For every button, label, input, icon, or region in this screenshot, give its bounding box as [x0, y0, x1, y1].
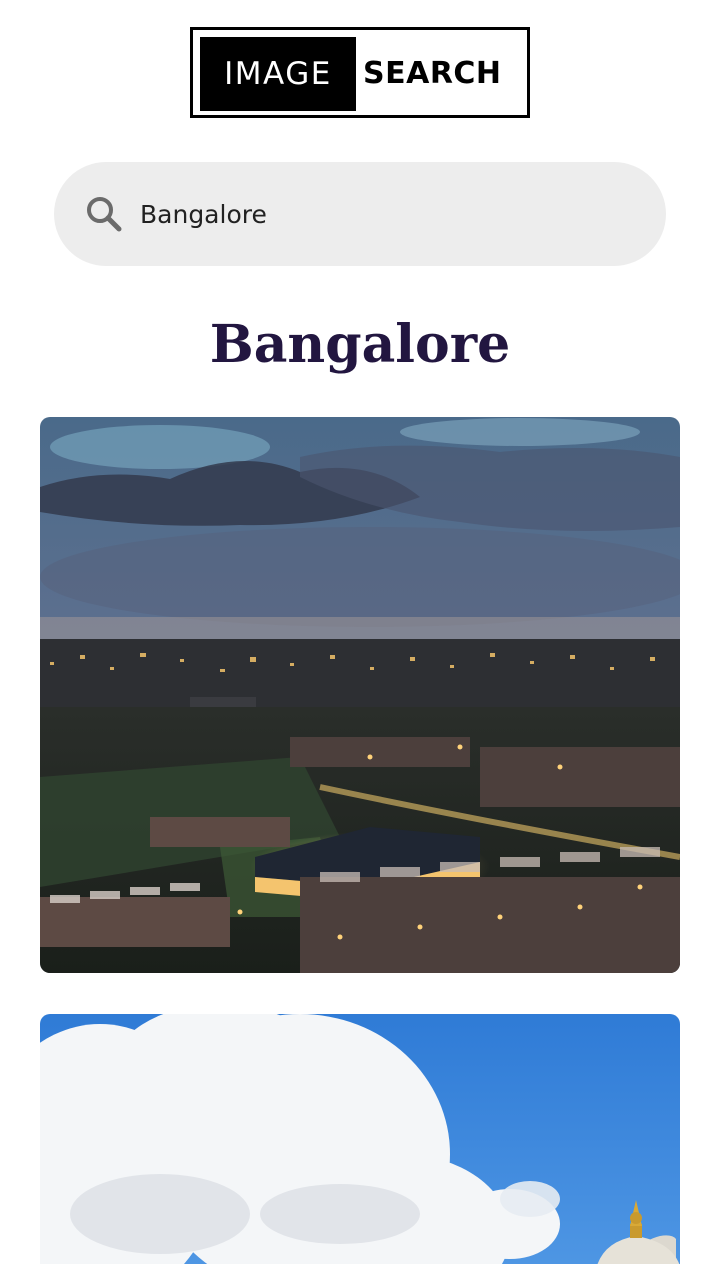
logo-word-search: SEARCH: [363, 56, 502, 91]
logo-word-image: IMAGE: [200, 37, 356, 111]
result-image[interactable]: [40, 417, 680, 973]
search-input[interactable]: [140, 188, 620, 240]
site-logo[interactable]: IMAGE SEARCH: [190, 27, 530, 118]
page: IMAGE SEARCH Bangalore: [0, 0, 720, 1264]
search-bar[interactable]: [54, 162, 666, 266]
city-night-photo: [40, 417, 680, 973]
result-image[interactable]: [40, 1014, 680, 1264]
clouds-dome-photo: [40, 1014, 680, 1264]
results-heading: Bangalore: [209, 314, 511, 375]
search-icon[interactable]: [84, 194, 124, 234]
